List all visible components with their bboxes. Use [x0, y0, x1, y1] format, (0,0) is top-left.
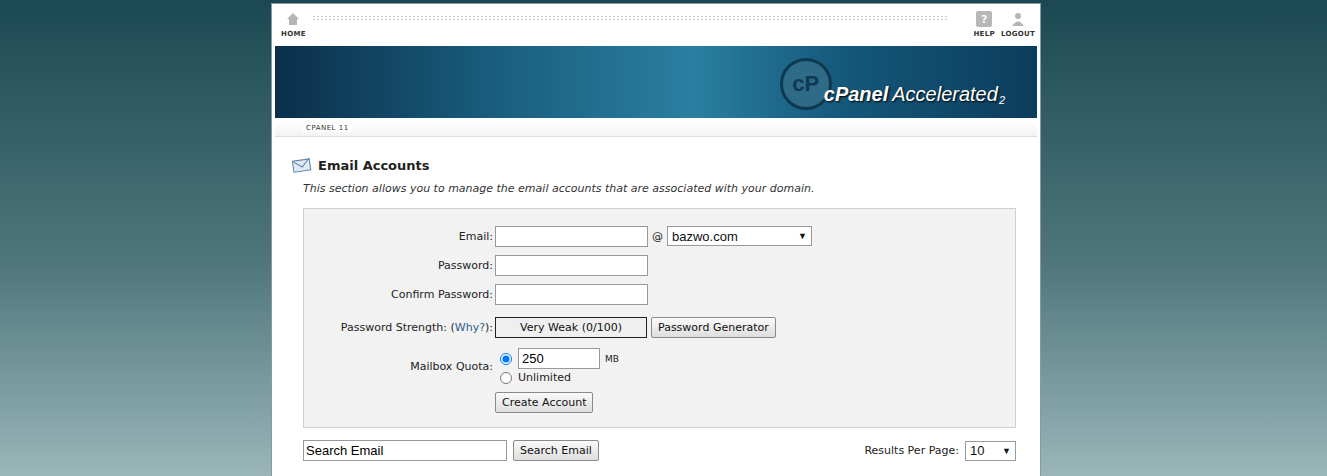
cpanel-window: HOME ?HELP LOGOUT cPcPanelAccelerated2 CPANE…	[271, 3, 1041, 476]
quota-option: MB	[495, 348, 619, 369]
search-bar: Search EmailResults Per Page:10▼	[303, 440, 1016, 461]
password-input[interactable]	[495, 255, 648, 276]
submit-row: Create Account	[304, 391, 1015, 413]
banner: cPcPanelAccelerated2	[275, 46, 1037, 118]
search-input[interactable]	[303, 440, 507, 461]
mailbox-quota-row: Mailbox Quota:MBUnlimited	[304, 348, 1015, 384]
home-icon	[285, 11, 301, 27]
dotted-rule	[312, 15, 948, 21]
email-input[interactable]	[495, 226, 648, 247]
envelope-icon	[292, 157, 312, 173]
password-row: Password:	[304, 254, 1015, 276]
strength-meter: Very Weak (0/100)	[495, 317, 647, 338]
results-per-page-select[interactable]: 10▼	[965, 441, 1016, 461]
domain-select[interactable]: bazwo.com▼	[667, 226, 812, 246]
password-generator-button[interactable]: Password Generator	[651, 317, 776, 338]
confirm-password-input[interactable]	[495, 284, 648, 305]
top-bar: HOME ?HELP LOGOUT	[275, 4, 1037, 45]
quota-input[interactable]	[518, 348, 600, 369]
help-icon: ?	[976, 11, 992, 27]
section-description: This section allows you to manage the em…	[303, 182, 1016, 195]
quota-radio[interactable]	[500, 353, 512, 365]
breadcrumb-bar: CPANEL 11	[275, 120, 1037, 137]
breadcrumb[interactable]: CPANEL 11	[303, 124, 352, 132]
cpanel-logo: cPcPanelAccelerated2	[780, 58, 1005, 106]
password-strength-row: Password Strength: (Why?):Very Weak (0/1…	[304, 316, 1015, 338]
page: HOME ?HELP LOGOUT cPcPanelAccelerated2 CPANE…	[0, 0, 1327, 476]
why-link[interactable]: Why?	[455, 321, 485, 334]
quota-radio[interactable]	[500, 372, 512, 384]
search-button[interactable]: Search Email	[513, 440, 599, 461]
home-link[interactable]: HOME	[281, 11, 306, 38]
confirm-password-row: Confirm Password:	[304, 283, 1015, 305]
person-icon	[1010, 11, 1026, 27]
create-account-form: Email:@bazwo.com▼ Password: Confirm Passwo…	[303, 208, 1016, 428]
email-row: Email:@bazwo.com▼	[304, 225, 1015, 247]
create-account-button[interactable]: Create Account	[495, 392, 593, 413]
quota-option: Unlimited	[495, 371, 571, 384]
section-heading: Email Accounts	[292, 157, 1016, 173]
content: Email Accounts This section allows you to…	[275, 137, 1037, 461]
logout-link[interactable]: LOGOUT	[1001, 11, 1035, 38]
help-link[interactable]: ?HELP	[973, 11, 994, 38]
